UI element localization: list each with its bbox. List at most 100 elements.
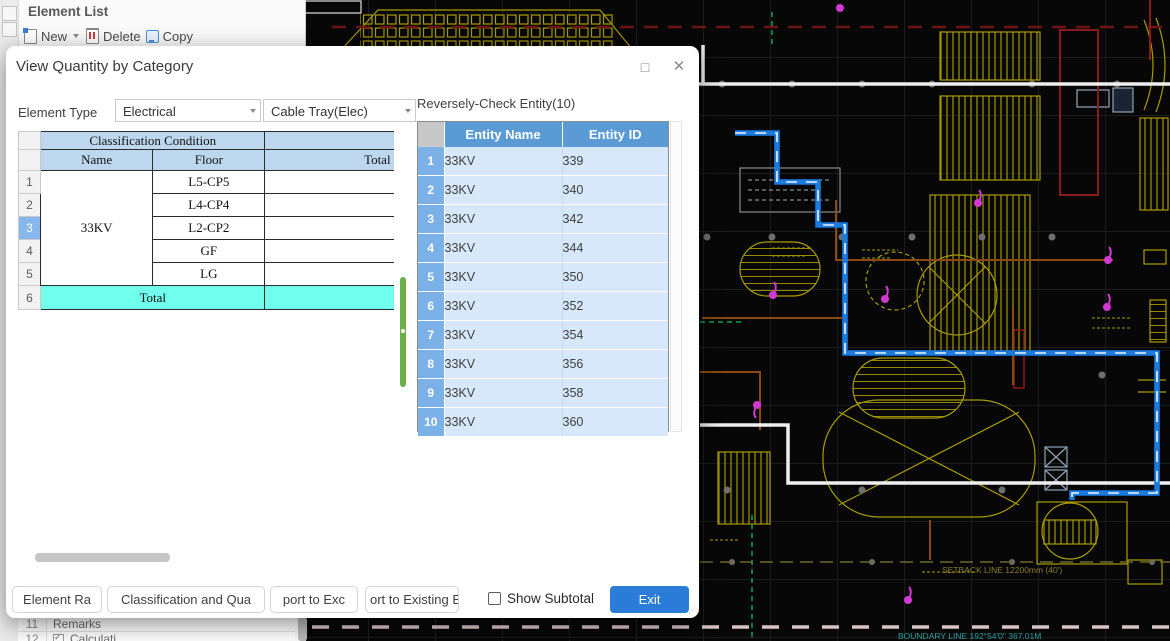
entity-id-cell[interactable]: 360 — [562, 408, 668, 437]
dock-tab-icon[interactable] — [2, 22, 17, 37]
entity-row[interactable]: 5 33KV 350 — [418, 263, 668, 292]
row-number[interactable]: 6 — [19, 286, 41, 310]
entity-id-cell[interactable]: 342 — [562, 205, 668, 234]
resize-grip-icon[interactable]: ⋰ — [688, 607, 696, 615]
row-number-selected[interactable]: 3 — [19, 217, 41, 240]
splitter-handle-icon[interactable] — [400, 277, 406, 387]
row-number[interactable]: 2 — [19, 194, 41, 217]
entity-row[interactable]: 9 33KV 358 — [418, 379, 668, 408]
entity-name-cell[interactable]: 33KV — [444, 263, 562, 292]
row-number[interactable]: 4 — [19, 240, 41, 263]
entity-name-cell[interactable]: 33KV — [444, 321, 562, 350]
column-header[interactable]: Entity Name — [444, 122, 562, 147]
show-subtotal-checkbox[interactable] — [488, 592, 501, 605]
row-number[interactable]: 1 — [19, 171, 41, 194]
column-header[interactable]: Floor — [153, 150, 265, 171]
entity-name-cell[interactable]: 33KV — [444, 234, 562, 263]
property-row-label: Remarks — [47, 617, 101, 631]
entity-id-cell[interactable]: 350 — [562, 263, 668, 292]
row-number[interactable]: 8 — [418, 350, 444, 379]
table-row[interactable]: 1 33KV L5-CP5 — [19, 171, 395, 194]
entity-name-cell[interactable]: 33KV — [444, 408, 562, 437]
value-cell[interactable] — [265, 240, 394, 263]
element-list-toolbar: New Delete Copy — [24, 26, 193, 46]
entity-name-cell[interactable]: 33KV — [444, 379, 562, 408]
row-number[interactable]: 1 — [418, 147, 444, 176]
maximize-icon[interactable]: □ — [635, 57, 655, 77]
element-range-button[interactable]: Element Ra — [12, 586, 102, 613]
row-number[interactable]: 2 — [418, 176, 444, 205]
row-number[interactable]: 3 — [418, 205, 444, 234]
element-type-dropdown[interactable]: Cable Tray(Elec) — [263, 99, 416, 122]
chevron-down-icon[interactable] — [73, 34, 79, 38]
horizontal-scrollbar[interactable] — [35, 553, 170, 562]
entity-row[interactable]: 4 33KV 344 — [418, 234, 668, 263]
element-type-label: Element Type — [18, 105, 97, 120]
vertical-scrollbar[interactable] — [298, 617, 307, 641]
copy-button-label: Copy — [163, 29, 193, 44]
entity-id-cell[interactable]: 354 — [562, 321, 668, 350]
entity-name-cell[interactable]: 33KV — [444, 147, 562, 176]
entity-row[interactable]: 1 33KV 339 — [418, 147, 668, 176]
table-header-row: Classification Condition — [19, 132, 395, 150]
floor-cell[interactable]: L4-CP4 — [153, 194, 265, 217]
total-label-cell[interactable]: Total — [41, 286, 265, 310]
property-row[interactable]: 11 Remarks — [18, 617, 295, 632]
vertical-scrollbar[interactable] — [670, 121, 682, 432]
value-cell[interactable] — [265, 263, 394, 286]
total-value-cell[interactable] — [265, 286, 394, 310]
chevron-down-icon — [405, 109, 411, 113]
calculation-checkbox[interactable] — [53, 634, 64, 641]
name-cell[interactable]: 33KV — [41, 171, 153, 286]
entity-row[interactable]: 10 33KV 360 — [418, 408, 668, 437]
entity-id-cell[interactable]: 352 — [562, 292, 668, 321]
classification-and-quantity-button[interactable]: Classification and Qua — [107, 586, 265, 613]
copy-button[interactable]: Copy — [146, 29, 193, 44]
entity-name-cell[interactable]: 33KV — [444, 176, 562, 205]
floor-cell[interactable]: L5-CP5 — [153, 171, 265, 194]
floor-cell[interactable]: L2-CP2 — [153, 217, 265, 240]
floor-cell[interactable]: LG — [153, 263, 265, 286]
entity-name-cell[interactable]: 33KV — [444, 205, 562, 234]
column-header[interactable]: Entity ID — [562, 122, 668, 147]
delete-button[interactable]: Delete — [86, 28, 141, 44]
entity-name-cell[interactable]: 33KV — [444, 350, 562, 379]
entity-id-cell[interactable]: 358 — [562, 379, 668, 408]
group-header-cell: Classification Condition — [41, 132, 265, 150]
entity-row[interactable]: 8 33KV 356 — [418, 350, 668, 379]
close-icon[interactable]: ✕ — [669, 57, 689, 77]
floor-cell[interactable]: GF — [153, 240, 265, 263]
export-to-existing-excel-button[interactable]: ort to Existing E — [365, 586, 459, 613]
entity-row[interactable]: 3 33KV 342 — [418, 205, 668, 234]
entity-id-cell[interactable]: 356 — [562, 350, 668, 379]
row-number[interactable]: 4 — [418, 234, 444, 263]
value-cell[interactable] — [265, 171, 394, 194]
entity-row[interactable]: 2 33KV 340 — [418, 176, 668, 205]
row-number[interactable]: 5 — [418, 263, 444, 292]
exit-button[interactable]: Exit — [610, 586, 689, 613]
entity-id-cell[interactable]: 340 — [562, 176, 668, 205]
column-header[interactable]: Name — [41, 150, 153, 171]
table-header-row: Name Floor Total Length o — [19, 150, 395, 171]
entity-id-cell[interactable]: 339 — [562, 147, 668, 176]
entity-name-cell[interactable]: 33KV — [444, 292, 562, 321]
category-dropdown-value: Electrical — [123, 104, 176, 119]
row-number[interactable]: 9 — [418, 379, 444, 408]
row-number[interactable]: 10 — [418, 408, 444, 437]
export-to-excel-button[interactable]: port to Exc — [270, 586, 358, 613]
column-header[interactable]: Total Length o — [265, 150, 394, 171]
row-number[interactable]: 6 — [418, 292, 444, 321]
row-number[interactable]: 7 — [418, 321, 444, 350]
entity-row[interactable]: 6 33KV 352 — [418, 292, 668, 321]
entity-row[interactable]: 7 33KV 354 — [418, 321, 668, 350]
property-row[interactable]: 12 Calculati — [18, 632, 295, 641]
value-cell[interactable] — [265, 217, 394, 240]
category-dropdown[interactable]: Electrical — [115, 99, 261, 122]
row-number[interactable]: 5 — [19, 263, 41, 286]
total-row[interactable]: 6 Total — [19, 286, 395, 310]
entity-id-cell[interactable]: 344 — [562, 234, 668, 263]
new-button[interactable]: New — [24, 29, 81, 44]
classification-table: Classification Condition Name Floor Tota… — [18, 131, 394, 314]
value-cell[interactable] — [265, 194, 394, 217]
dock-tab-icon[interactable] — [2, 6, 17, 21]
